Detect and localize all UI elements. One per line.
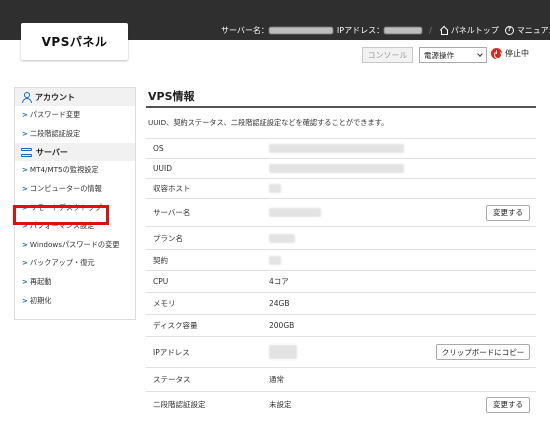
row-label: ディスク容量: [153, 321, 198, 330]
chevron-right-icon: >: [22, 259, 28, 268]
info-row-uuid: UUID: [146, 158, 536, 178]
sidebar-item-computer-info[interactable]: > コンピューターの情報: [15, 180, 135, 199]
chevron-right-icon: >: [22, 296, 28, 305]
chevron-right-icon: >: [22, 240, 28, 249]
redacted-value: [269, 164, 404, 173]
sidebar-item-backup-restore[interactable]: > バックアップ・復元: [15, 254, 135, 273]
info-row-contract: 契約: [146, 249, 536, 270]
copy-to-clipboard-button[interactable]: クリップボードにコピー: [436, 344, 530, 360]
sidebar-heading-server: サーバー: [15, 143, 135, 162]
page-title: VPS情報: [146, 86, 536, 108]
row-value: [269, 144, 536, 153]
header-info: サーバー名： IPアドレス： / パネルトップ ? マニュアル: [221, 23, 550, 37]
power-icon: [491, 48, 502, 59]
row-label: 契約: [153, 255, 168, 265]
console-button[interactable]: コンソール: [362, 47, 413, 63]
vps-info-panel: VPS情報 UUID、契約ステータス、二段階認証設定などを確認することができます…: [146, 86, 536, 417]
row-value: 24GB: [269, 299, 290, 308]
row-label: 二段階認証設定: [153, 400, 206, 409]
row-value: [269, 233, 536, 243]
sidebar-item-label: 二段階認証設定: [29, 128, 81, 138]
sidebar: アカウント > パスワード変更 > 二段階認証設定 サーバー > MT4/MT5の監視…: [14, 87, 136, 320]
sidebar-item-label: 再起動: [29, 277, 52, 287]
chevron-right-icon: >: [22, 111, 28, 120]
sidebar-item-label: コンピューターの情報: [29, 184, 102, 194]
row-label: サーバー名: [153, 208, 191, 217]
redacted-value: [269, 144, 404, 153]
sidebar-heading-account: アカウント: [15, 88, 135, 106]
row-label: ステータス: [153, 375, 191, 384]
info-row-two-factor: 二段階認証設定 未設定 変更する: [146, 391, 536, 417]
sidebar-item-windows-password[interactable]: > Windowsパスワードの変更: [15, 236, 135, 255]
info-row-host: 収容ホスト: [146, 178, 536, 198]
row-value: 200GB: [269, 321, 295, 330]
server-status: 停止中: [491, 48, 529, 59]
app-logo[interactable]: VPSパネル: [21, 23, 128, 60]
info-row-server-name: サーバー名 変更する: [146, 198, 536, 226]
sidebar-item-label: バックアップ・復元: [29, 258, 95, 268]
redacted-value: [269, 255, 281, 265]
info-row-os: OS: [146, 138, 536, 158]
power-select-value: 電源操作: [424, 50, 454, 60]
sidebar-item-label: Windowsパスワードの変更: [29, 239, 120, 249]
sidebar-item-mt-monitoring[interactable]: > MT4/MT5の監視設定: [15, 161, 135, 180]
row-value: [269, 255, 536, 265]
change-server-name-button[interactable]: 変更する: [486, 204, 530, 221]
row-value: 4コア: [269, 277, 289, 286]
info-row-disk: ディスク容量 200GB: [146, 314, 536, 336]
account-heading-label: アカウント: [35, 92, 75, 102]
redacted-value: [269, 184, 281, 193]
row-label: CPU: [153, 277, 169, 286]
info-row-memory: メモリ 24GB: [146, 292, 536, 314]
ip-redacted: [384, 26, 423, 34]
manual-link[interactable]: ? マニュアル: [504, 25, 550, 36]
info-row-cpu: CPU 4コア: [146, 270, 536, 292]
chevron-right-icon: >: [22, 278, 28, 287]
row-value: [269, 164, 536, 173]
server-heading-label: サーバー: [36, 147, 68, 157]
chevron-right-icon: >: [22, 166, 28, 175]
logo-text: VPSパネル: [41, 35, 108, 49]
sidebar-item-initialize[interactable]: > 初期化: [15, 291, 135, 310]
row-label: UUID: [153, 164, 172, 173]
sidebar-item-reboot[interactable]: > 再起動: [15, 273, 135, 292]
change-two-factor-button[interactable]: 変更する: [486, 396, 530, 413]
panel-top-label: パネルトップ: [450, 25, 499, 35]
redacted-value: [269, 233, 295, 243]
sidebar-item-label: 初期化: [29, 295, 52, 305]
info-row-plan: プラン名: [146, 226, 536, 249]
sidebar-item-two-factor[interactable]: > 二段階認証設定: [15, 125, 135, 144]
page-description: UUID、契約ステータス、二段階認証設定などを確認することができます。: [148, 118, 389, 127]
redacted-value: [269, 345, 297, 359]
server-name-redacted: [268, 26, 333, 34]
panel-top-link[interactable]: パネルトップ: [439, 25, 499, 36]
header-separator: /: [429, 25, 432, 35]
manual-label: マニュアル: [516, 25, 550, 35]
highlight-annotation-box: [13, 205, 109, 225]
sidebar-item-label: MT4/MT5の監視設定: [29, 165, 99, 175]
info-row-ip-address: IPアドレス クリップボードにコピー: [146, 336, 536, 367]
chevron-right-icon: >: [22, 185, 28, 194]
row-value: [269, 184, 536, 193]
status-label: 停止中: [505, 49, 529, 58]
person-icon: [21, 92, 32, 103]
sidebar-item-label: パスワード変更: [29, 110, 81, 120]
row-label: メモリ: [153, 299, 176, 308]
row-label: 収容ホスト: [153, 184, 191, 193]
server-name-label: サーバー名：: [221, 25, 269, 35]
chevron-right-icon: >: [22, 129, 28, 138]
row-label: OS: [153, 144, 164, 153]
help-icon: ?: [504, 25, 514, 35]
server-icon: [21, 147, 32, 157]
chevron-down-icon: [477, 51, 483, 57]
ip-label: IPアドレス：: [336, 25, 385, 35]
row-value: 通常: [269, 375, 284, 384]
power-operation-select[interactable]: 電源操作: [419, 47, 487, 63]
row-label: プラン名: [153, 233, 183, 243]
row-label: IPアドレス: [153, 347, 190, 357]
home-icon: [439, 26, 448, 35]
redacted-value: [269, 208, 321, 217]
info-row-status: ステータス 通常: [146, 367, 536, 391]
sidebar-item-password-change[interactable]: > パスワード変更: [15, 106, 135, 125]
